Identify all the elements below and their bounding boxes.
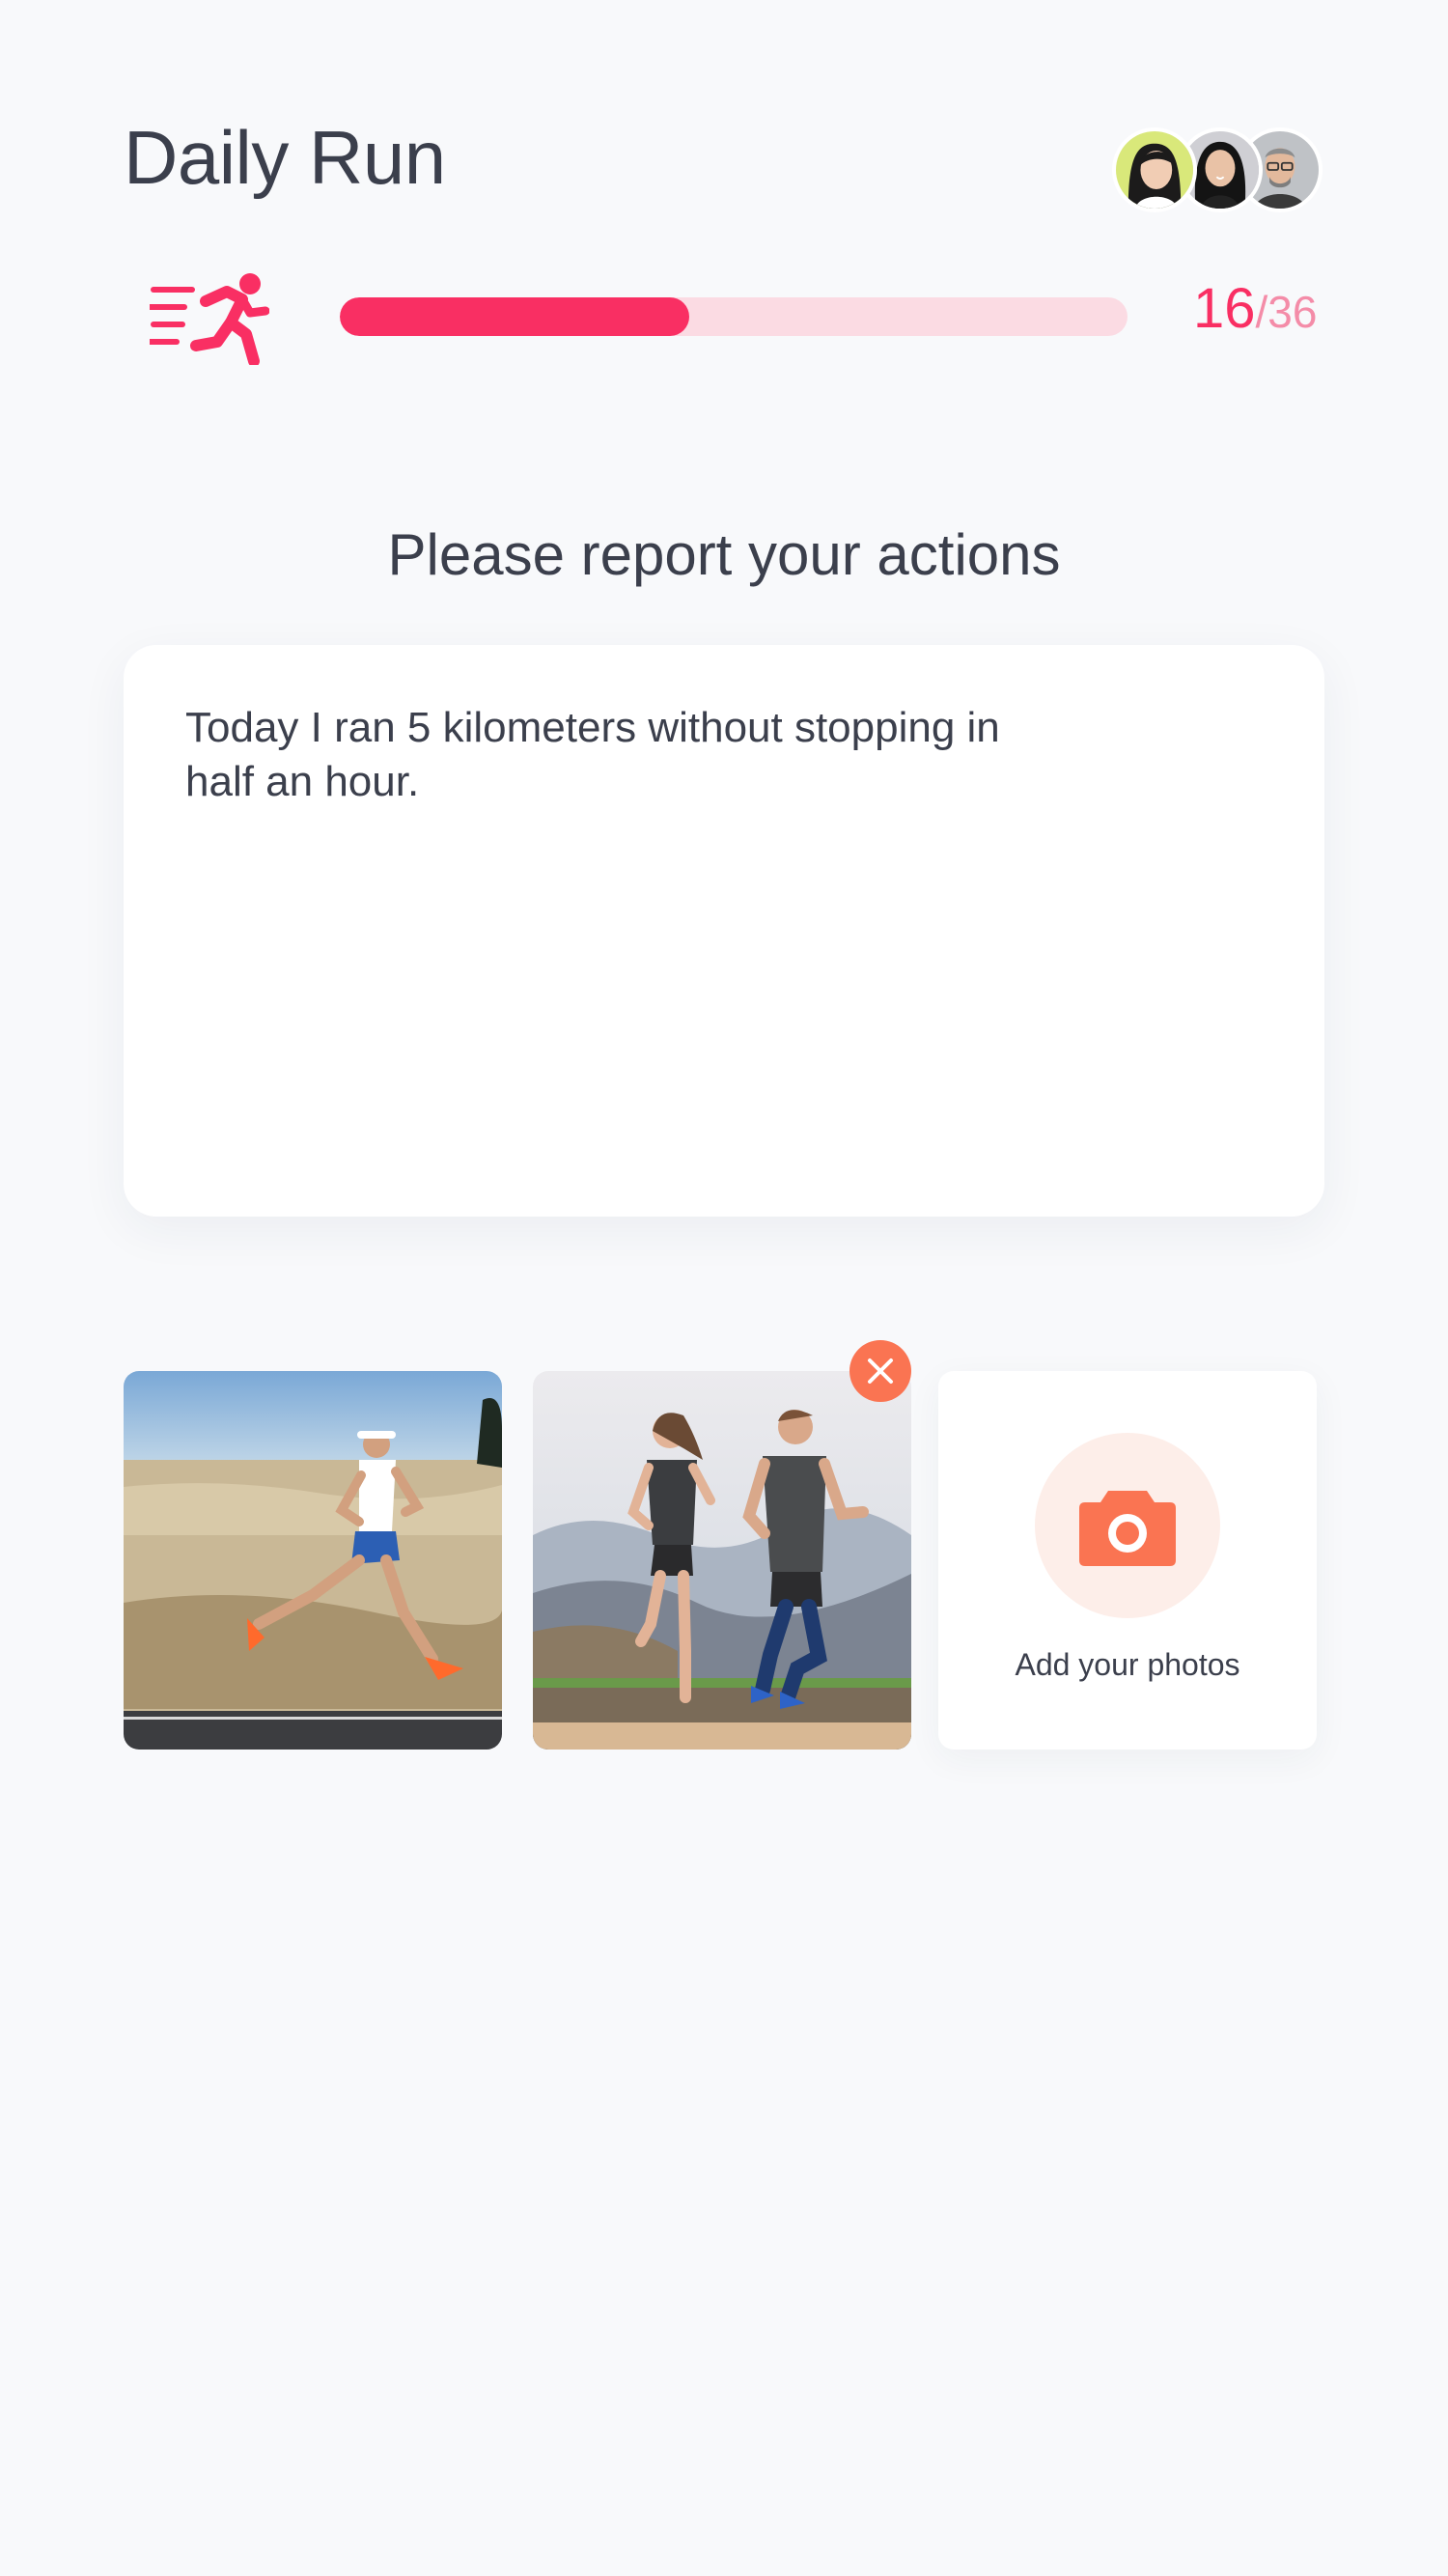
photo-thumbnail[interactable] — [533, 1371, 911, 1750]
add-photos-label: Add your photos — [1015, 1647, 1240, 1682]
photo-thumbnail[interactable] — [124, 1371, 502, 1750]
progress-fill — [340, 297, 690, 336]
progress-separator: / — [1255, 287, 1268, 337]
add-photos-button[interactable]: Add your photos — [938, 1371, 1317, 1750]
runner-icon — [150, 273, 269, 365]
remove-photo-button[interactable] — [849, 1340, 911, 1402]
report-text-area[interactable]: Today I ran 5 kilometers without stoppin… — [124, 645, 1324, 1217]
participants-avatars[interactable] — [1112, 127, 1324, 212]
progress-current: 16 — [1193, 277, 1256, 340]
camera-icon — [1079, 1491, 1176, 1566]
report-text[interactable]: Today I ran 5 kilometers without stoppin… — [185, 701, 1016, 809]
report-prompt: Please report your actions — [387, 522, 1061, 587]
close-icon — [868, 1358, 893, 1384]
progress-total: 36 — [1267, 287, 1318, 337]
page-title: Daily Run — [124, 115, 446, 200]
camera-icon-circle — [1035, 1433, 1220, 1618]
progress-counter: 16/36 — [1193, 276, 1328, 341]
progress-bar — [340, 297, 1128, 336]
avatar[interactable] — [1112, 127, 1197, 212]
